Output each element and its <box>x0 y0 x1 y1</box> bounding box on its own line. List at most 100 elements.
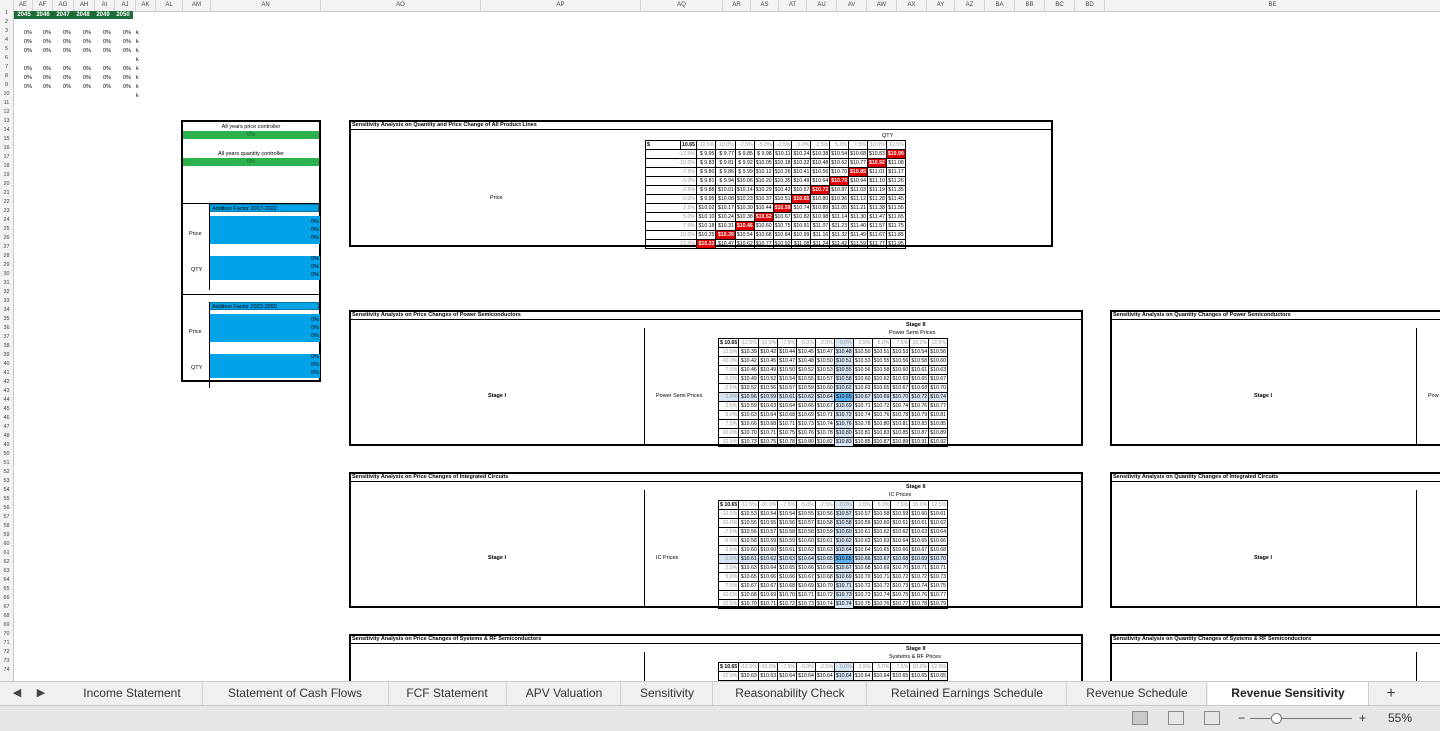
grid-cell[interactable]: $10.02 <box>695 203 717 213</box>
percent-cell[interactable]: 0% <box>16 47 32 56</box>
grid-cell[interactable]: $10.61 <box>814 536 835 546</box>
grid-cell[interactable]: $10.72 <box>909 572 930 582</box>
grid-cell[interactable]: $10.69 <box>796 410 816 420</box>
grid-cell[interactable]: $10.65 <box>871 383 892 393</box>
grid-cell[interactable]: $10.78 <box>814 428 835 438</box>
grid-cell[interactable]: $11.24 <box>810 239 831 249</box>
grid-cell[interactable]: $10.64 <box>852 671 873 681</box>
grid-cell[interactable]: $11.10 <box>866 176 887 186</box>
grid-cell[interactable]: $11.75 <box>885 221 906 231</box>
grid-cell[interactable]: $10.65 <box>909 671 930 681</box>
grid-cell[interactable]: $10.61 <box>890 518 911 528</box>
grid-cell[interactable]: $10.63 <box>738 563 759 573</box>
grid-cell[interactable]: $10.62 <box>871 527 892 537</box>
percent-cell[interactable]: 0% <box>75 47 91 56</box>
grid-cell[interactable]: $10.50 <box>814 356 835 366</box>
grid-cell[interactable]: $10.72 <box>814 590 835 600</box>
row-header[interactable]: 57 <box>0 513 13 522</box>
grid-column-header[interactable]: 5.0% <box>871 338 892 348</box>
grid-cell[interactable]: $10.64 <box>757 410 779 420</box>
percent-cell[interactable]: 0% <box>35 65 51 74</box>
sheet-tab[interactable]: Revenue Schedule <box>1068 682 1207 705</box>
grid-cell[interactable]: $10.06 <box>734 176 755 186</box>
grid-row-header[interactable]: -2.5% <box>717 383 740 393</box>
grid-column-header[interactable]: -7.5% <box>777 338 798 348</box>
grid-cell[interactable]: $11.07 <box>810 221 831 231</box>
grid-cell[interactable]: $10.10 <box>695 212 717 222</box>
percent-cell[interactable]: 0% <box>115 29 131 38</box>
percent-cell[interactable]: 0% <box>95 47 111 56</box>
grid-cell[interactable]: $10.56 <box>757 383 779 393</box>
grid-cell[interactable]: $10.71 <box>796 590 816 600</box>
grid-cell[interactable]: $10.78 <box>852 419 873 429</box>
column-header[interactable]: AQ <box>640 0 722 11</box>
grid-cell[interactable]: $10.83 <box>866 149 887 159</box>
sheet-tab[interactable]: Revenue Sensitivity <box>1208 682 1369 707</box>
row-header[interactable]: 69 <box>0 621 13 630</box>
grid-cell[interactable]: $10.31 <box>715 221 736 231</box>
row-header[interactable]: 53 <box>0 477 13 486</box>
row-header[interactable]: 35 <box>0 315 13 324</box>
row-header[interactable]: 43 <box>0 387 13 396</box>
grid-cell[interactable]: $10.85 <box>848 167 868 177</box>
grid-cell[interactable]: $10.37 <box>753 194 774 204</box>
grid-cell[interactable]: $10.60 <box>909 509 930 519</box>
grid-corner-value[interactable]: $ 10.65 <box>717 500 740 510</box>
row-header[interactable]: 37 <box>0 333 13 342</box>
grid-cell[interactable]: $10.80 <box>796 437 816 447</box>
grid-cell[interactable]: $10.61 <box>928 509 949 519</box>
grid-cell[interactable]: $11.16 <box>810 230 831 240</box>
grid-cell[interactable]: $10.65 <box>738 572 759 582</box>
grid-cell[interactable]: $10.61 <box>777 545 798 555</box>
grid-cell[interactable]: $10.65 <box>814 554 835 564</box>
grid-row-header[interactable]: 7.5% <box>717 419 740 429</box>
grid-cell[interactable]: $10.77 <box>928 590 949 600</box>
grid-cell[interactable]: $10.61 <box>777 392 798 402</box>
grid-cell[interactable]: $11.40 <box>848 221 868 231</box>
grid-cell[interactable]: $10.64 <box>810 176 831 186</box>
grid-cell[interactable]: $10.49 <box>757 365 779 375</box>
grid-cell[interactable]: $10.72 <box>777 599 798 609</box>
grid-cell[interactable]: $10.54 <box>777 509 798 519</box>
grid-cell[interactable]: $11.47 <box>866 212 887 222</box>
grid-cell[interactable]: $10.94 <box>848 176 868 186</box>
row-header[interactable]: 51 <box>0 459 13 468</box>
grid-row-header[interactable]: 7.5% <box>645 221 697 231</box>
grid-cell[interactable]: $10.91 <box>791 221 812 231</box>
grid-cell[interactable]: $10.58 <box>833 374 854 384</box>
percent-cell[interactable]: 0% <box>35 38 51 47</box>
column-header[interactable]: BD <box>1074 0 1104 11</box>
grid-row-header[interactable]: -5.0% <box>717 374 740 384</box>
grid-cell[interactable]: $10.62 <box>829 158 850 168</box>
grid-cell[interactable]: $10.57 <box>833 509 854 519</box>
grid-cell[interactable]: $ 9.95 <box>695 149 717 159</box>
grid-cell[interactable]: $10.72 <box>833 410 854 420</box>
grid-cell[interactable]: $11.05 <box>829 203 850 213</box>
grid-cell[interactable]: $10.53 <box>852 356 873 366</box>
sheet-tab[interactable]: Retained Earnings Schedule <box>868 682 1067 705</box>
grid-cell[interactable]: $10.41 <box>791 167 812 177</box>
grid-column-header[interactable]: 0.0% <box>791 140 812 150</box>
row-header[interactable]: 63 <box>0 567 13 576</box>
grid-cell[interactable]: $10.58 <box>871 365 892 375</box>
column-header[interactable]: AU <box>806 0 836 11</box>
grid-cell[interactable]: $10.73 <box>796 599 816 609</box>
grid-cell[interactable]: $11.95 <box>885 239 906 249</box>
row-header[interactable]: 6 <box>0 54 13 63</box>
grid-cell[interactable]: $10.89 <box>928 428 949 438</box>
grid-cell[interactable]: $10.62 <box>757 554 779 564</box>
grid-cell[interactable]: $10.59 <box>738 401 759 411</box>
grid-cell[interactable]: $10.78 <box>890 410 911 420</box>
grid-cell[interactable]: $10.67 <box>757 581 779 591</box>
grid-cell[interactable]: $10.79 <box>829 176 850 186</box>
grid-column-header[interactable]: -2.5% <box>772 140 793 150</box>
grid-cell[interactable]: $10.64 <box>777 671 798 681</box>
grid-cell[interactable]: $10.57 <box>791 185 812 195</box>
grid-cell[interactable]: $10.81 <box>928 410 949 420</box>
grid-cell[interactable]: $10.52 <box>738 383 759 393</box>
grid-row-header[interactable]: 7.5% <box>717 581 740 591</box>
grid-row-header[interactable]: -7.5% <box>717 527 740 537</box>
row-header[interactable]: 54 <box>0 486 13 495</box>
grid-cell[interactable]: $10.38 <box>810 149 831 159</box>
row-header-bar[interactable]: 1 2 3 4 5 6 7 8 9 10 11 12 13 14 15 16 17 18 19 20 21 22 23 24 2… <box>0 10 14 681</box>
